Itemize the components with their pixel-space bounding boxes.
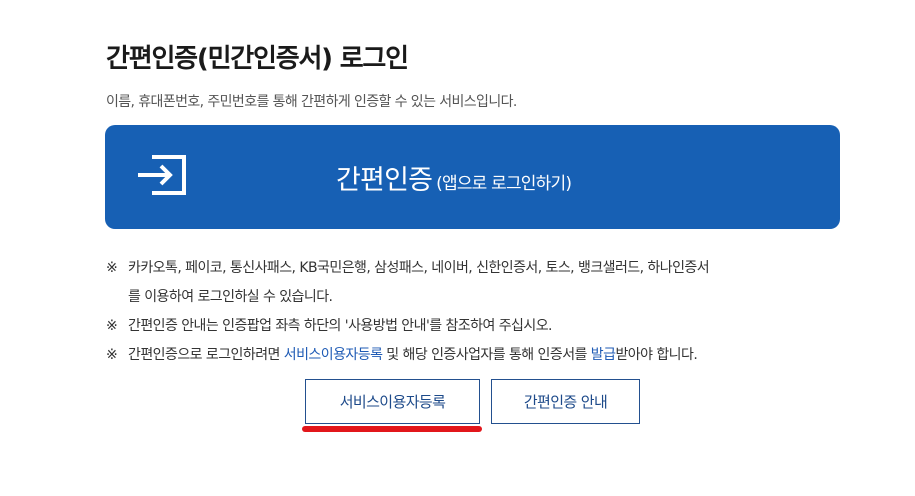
issue-link[interactable]: 발급 [591, 347, 616, 363]
sign-in-icon [136, 151, 188, 199]
reference-mark: ※ [106, 318, 118, 334]
notice-registration-prefix: 간편인증으로 로그인하려면 [128, 347, 284, 363]
service-registration-button[interactable]: 서비스이용자등록 [305, 379, 480, 424]
notice-registration-suffix: 받아야 합니다. [615, 347, 698, 363]
reference-mark: ※ [106, 347, 118, 363]
notice-registration-middle: 및 해당 인증사업자를 통해 인증서를 [382, 347, 591, 363]
login-button-text[interactable]: 간편인증 (앱으로 로그인하기) [336, 158, 572, 197]
notice-guide-text: 간편인증 안내는 인증팝업 좌측 하단의 '사용방법 안내'를 참조하여 주십시… [128, 318, 552, 334]
notice-item-providers-cont: 를 이용하여 로그인하실 수 있습니다. [106, 283, 866, 312]
notice-providers-line1: 카카오톡, 페이코, 통신사패스, KB국민은행, 삼성패스, 네이버, 신한인… [128, 260, 710, 276]
notice-item-registration: ※ 간편인증으로 로그인하려면 서비스이용자등록 및 해당 인증사업자를 통해 … [106, 341, 866, 370]
page-description: 이름, 휴대폰번호, 주민번호를 통해 간편하게 인증할 수 있는 서비스입니다… [106, 94, 517, 110]
notice-list: ※ 카카오톡, 페이코, 통신사패스, KB국민은행, 삼성패스, 네이버, 신… [106, 254, 866, 370]
service-registration-link[interactable]: 서비스이용자등록 [284, 347, 383, 363]
page-title: 간편인증(민간인증서) 로그인 [106, 44, 409, 74]
reference-mark: ※ [106, 260, 118, 276]
notice-item-guide: ※ 간편인증 안내는 인증팝업 좌측 하단의 '사용방법 안내'를 참조하여 주… [106, 312, 866, 341]
login-button-label: 간편인증 [336, 165, 433, 196]
highlight-underline [302, 426, 482, 432]
notice-item-providers: ※ 카카오톡, 페이코, 통신사패스, KB국민은행, 삼성패스, 네이버, 신… [106, 254, 866, 283]
login-button-sublabel: (앱으로 로그인하기) [436, 174, 572, 194]
notice-providers-line2: 를 이용하여 로그인하실 수 있습니다. [128, 289, 333, 305]
simple-auth-guide-button[interactable]: 간편인증 안내 [491, 379, 640, 424]
